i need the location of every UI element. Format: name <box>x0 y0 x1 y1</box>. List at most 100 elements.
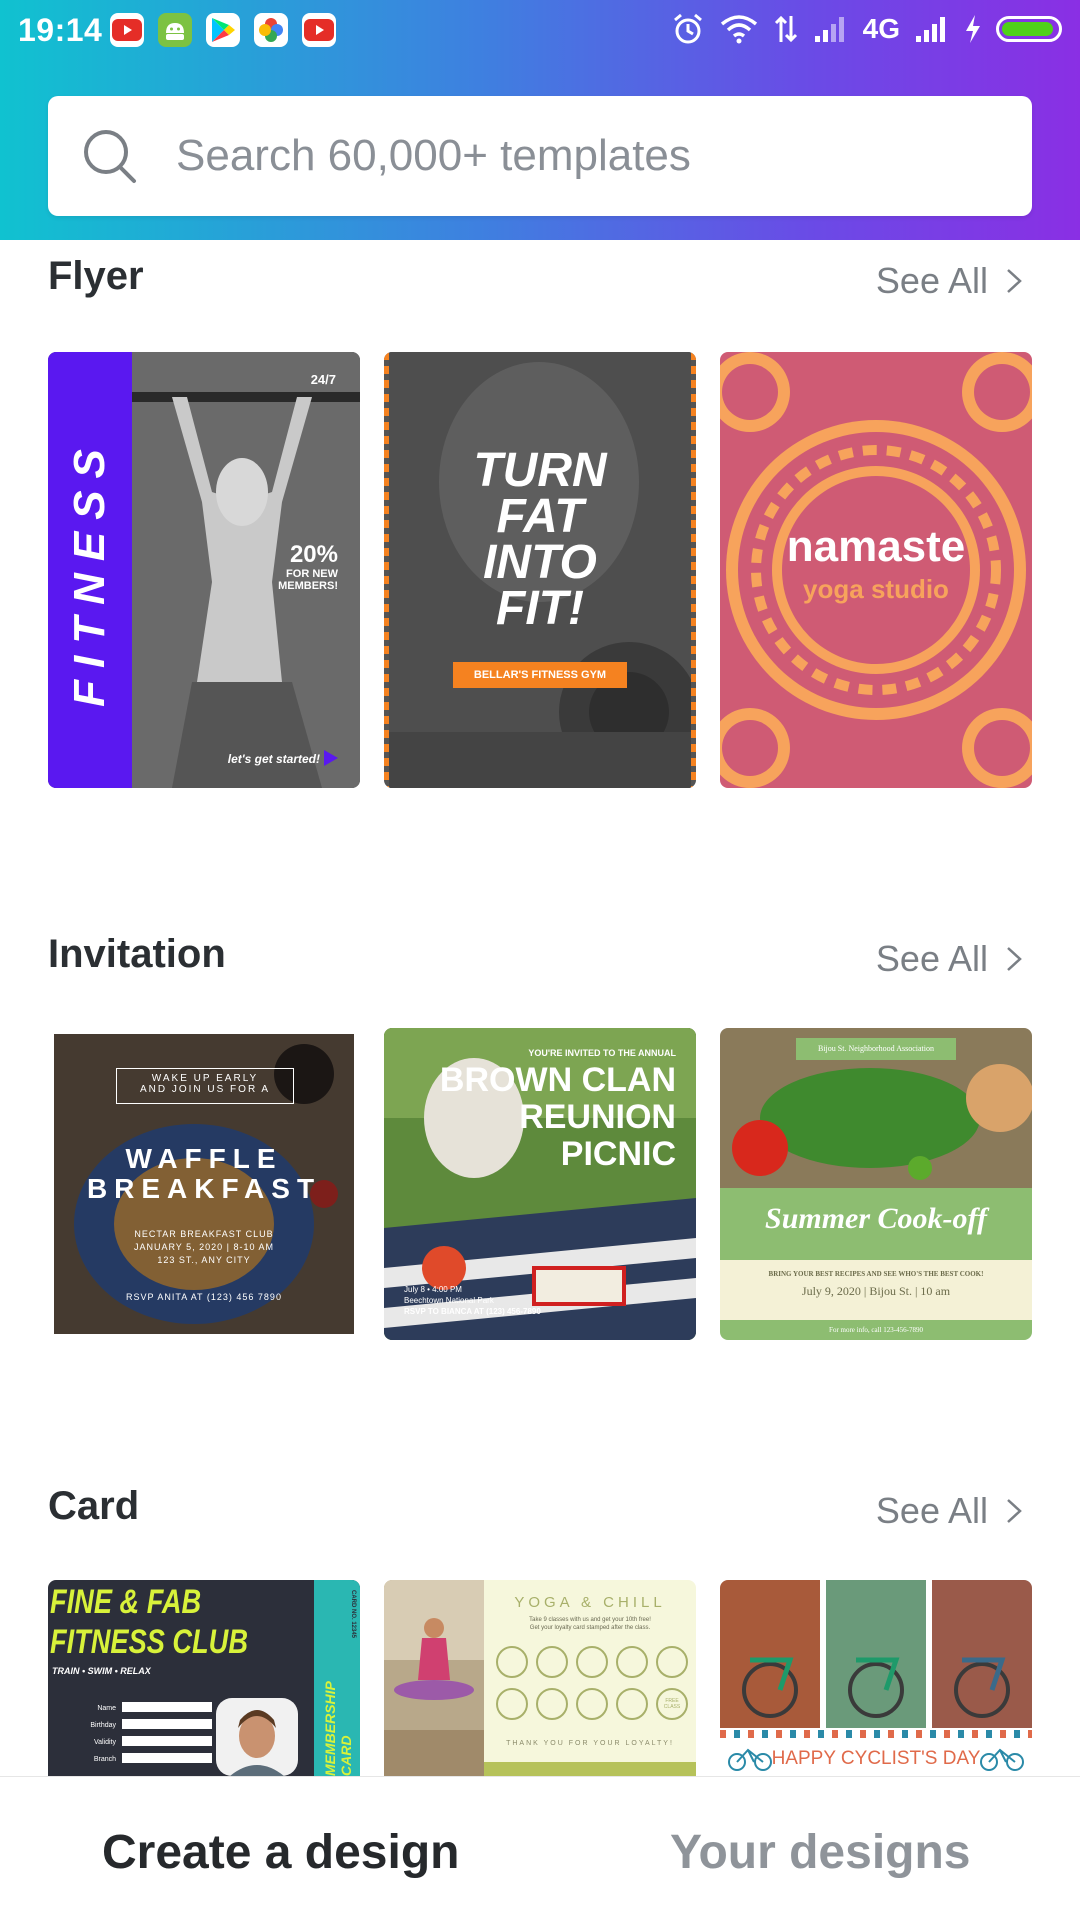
battery-icon <box>996 16 1062 42</box>
yoga-sub-1: Take 9 classes with us and get your 10th… <box>529 1617 651 1623</box>
headline-line-1: TURN <box>473 444 607 497</box>
promo-line-1: FOR NEW <box>286 568 338 580</box>
tab-create-design[interactable]: Create a design <box>102 1825 459 1880</box>
signal-icon <box>814 17 844 42</box>
namaste-subtitle: yoga studio <box>803 574 949 604</box>
template-cyclists-day-card[interactable]: HAPPY CYCLIST'S DAY <box>720 1580 1032 1776</box>
waffle-line-1: NECTAR BREAKFAST CLUB <box>134 1229 274 1239</box>
chevron-right-icon <box>1007 947 1022 971</box>
flyer-corner-text: 24/7 <box>310 372 336 387</box>
arrow-icon <box>324 750 338 766</box>
gym-badge: BELLAR'S FITNESS GYM <box>453 662 627 688</box>
cyclist-title: HAPPY CYCLIST'S DAY <box>771 1748 981 1769</box>
cookoff-line-2: July 9, 2020 | Bijou St. | 10 am <box>801 1284 951 1298</box>
waffle-top-box: WAKE UP EARLY AND JOIN US FOR A <box>116 1068 294 1104</box>
waffle-top-1: WAKE UP EARLY <box>151 1073 259 1084</box>
signal-icon <box>916 17 945 42</box>
card-title: FINE & FAB FITNESS CLUB <box>50 1582 248 1662</box>
headline-line-4: FIT! <box>496 582 584 635</box>
template-fitness-club-card[interactable]: CARD NO. 12345 MEMBERSHIP CARD FINE & FA… <box>48 1580 360 1776</box>
cookoff-footer: For more info, call 123-456-7890 <box>720 1320 1032 1340</box>
card-field-branch: Branch <box>93 1756 116 1763</box>
waffle-line-3: 123 ST., ANY CITY <box>157 1255 251 1265</box>
see-all-label: See All <box>875 1490 988 1531</box>
picnic-title-3: PICNIC <box>560 1135 676 1173</box>
search-input[interactable] <box>174 130 958 182</box>
template-brown-clan-picnic[interactable]: YOU'RE INVITED TO THE ANNUAL BROWN CLAN … <box>384 1028 696 1340</box>
data-icon <box>774 15 797 43</box>
template-yoga-loyalty-card[interactable]: YOGA & CHILL Take 9 classes with us and … <box>384 1580 696 1776</box>
yoga-photo <box>384 1580 484 1776</box>
see-all-invitation-button[interactable]: See All <box>876 938 1022 980</box>
template-fitness-go[interactable]: FITNESS GO! 24/7 20% FOR NEW MEMBERS! le… <box>48 352 360 788</box>
waffle-title-1: WAFFLE <box>125 1143 283 1174</box>
bottom-navigation: Create a design Your designs <box>0 1776 1080 1921</box>
cyclists-photo <box>720 1580 1032 1728</box>
waffle-title-2: BREAKFAST <box>86 1173 322 1204</box>
template-turn-fat-into-fit[interactable]: TURN FAT INTO FIT! BELLAR'S FITNESS GYM <box>384 352 696 788</box>
picnic-title: BROWN CLAN REUNION PICNIC <box>440 1062 676 1173</box>
template-summer-cookoff[interactable]: Bijou St. Neighborhood Association Summe… <box>720 1028 1032 1340</box>
android-icon <box>158 13 192 47</box>
yoga-thanks: THANK YOU FOR YOUR LOYALTY! <box>506 1740 674 1747</box>
search-icon <box>84 130 136 183</box>
see-all-card-button[interactable]: See All <box>876 1490 1022 1532</box>
section-title-flyer: Flyer <box>48 254 144 298</box>
flyer-footer: let's get started! <box>227 752 320 766</box>
namaste-title: namaste <box>786 522 966 571</box>
stamp-grid: FREE CLASS <box>492 1646 692 1720</box>
yoga-title: YOGA & CHILL <box>514 1594 666 1611</box>
see-all-flyer-button[interactable]: See All <box>876 260 1022 302</box>
status-time: 19:14 <box>18 12 103 48</box>
card-title-1: FINE & FAB <box>50 1583 202 1621</box>
card-side-label: MEMBERSHIP CARD <box>322 1681 354 1776</box>
promo-percent: 20% <box>289 541 338 568</box>
status-bar: 19:14 4G <box>0 0 1080 60</box>
picnic-place: Beechtown National Park <box>404 1296 494 1305</box>
app-header: 19:14 4G <box>0 0 1080 240</box>
headline-line-3: INTO <box>483 536 597 589</box>
see-all-label: See All <box>875 938 988 979</box>
picnic-rsvp: RSVP TO BIANCA AT (123) 456-7890 <box>404 1307 541 1316</box>
picnic-top: YOU'RE INVITED TO THE ANNUAL <box>528 1048 676 1058</box>
card-title-2: FITNESS CLUB <box>50 1623 248 1661</box>
template-waffle-breakfast[interactable]: WAKE UP EARLY AND JOIN US FOR A WAFFLE B… <box>48 1028 360 1340</box>
picnic-date: July 8 • 4:00 PM <box>404 1285 462 1294</box>
cookoff-title: Summer Cook-off <box>765 1202 987 1235</box>
card-tagline: TRAIN • SWIM • RELAX <box>52 1666 151 1676</box>
card-field-name: Name <box>97 1705 116 1712</box>
photos-icon <box>254 13 288 47</box>
cookoff-line-1: BRING YOUR BEST RECIPES AND SEE WHO'S TH… <box>768 1270 984 1278</box>
tab-your-designs[interactable]: Your designs <box>670 1825 971 1880</box>
picnic-title-1: BROWN CLAN <box>439 1061 676 1099</box>
waffle-rsvp: RSVP ANITA AT (123) 456 7890 <box>126 1292 282 1302</box>
waffle-line-2: JANUARY 5, 2020 | 8-10 AM <box>133 1242 275 1252</box>
section-title-card: Card <box>48 1484 140 1528</box>
waffle-details: NECTAR BREAKFAST CLUB JANUARY 5, 2020 | … <box>48 1228 360 1267</box>
card-number: CARD NO. 12345 <box>350 1590 356 1639</box>
free-class-stamp: FREE CLASS <box>656 1688 688 1720</box>
see-all-label: See All <box>875 260 988 301</box>
picnic-title-2: REUNION <box>519 1098 676 1136</box>
yoga-subtitle: Take 9 classes with us and get your 10th… <box>484 1616 696 1632</box>
card-field-validity: Validity <box>93 1739 116 1746</box>
promo-block: 20% FOR NEW MEMBERS! <box>278 541 338 593</box>
wifi-icon <box>720 15 757 44</box>
alarm-icon <box>673 13 702 44</box>
youtube-icon <box>110 13 144 47</box>
headline: TURN FAT INTO FIT! <box>384 444 696 635</box>
vertical-headline: FITNESS GO! <box>65 437 174 707</box>
card-fields: Name Birthday Validity Branch <box>76 1700 116 1768</box>
card-field-lines <box>122 1702 212 1763</box>
notification-icons <box>110 13 336 47</box>
headline-line-2: FAT <box>496 490 584 543</box>
play-store-icon <box>206 13 240 47</box>
search-bar[interactable] <box>48 96 1032 216</box>
dot-border <box>720 1730 1032 1738</box>
cookoff-tag: Bijou St. Neighborhood Association <box>796 1038 956 1060</box>
waffle-top-2: AND JOIN US FOR A <box>139 1084 271 1095</box>
member-photo <box>216 1698 298 1776</box>
picnic-details: July 8 • 4:00 PM Beechtown National Park… <box>404 1284 541 1317</box>
template-namaste[interactable]: namaste yoga studio <box>720 352 1032 788</box>
yoga-footer-bar <box>484 1762 696 1776</box>
